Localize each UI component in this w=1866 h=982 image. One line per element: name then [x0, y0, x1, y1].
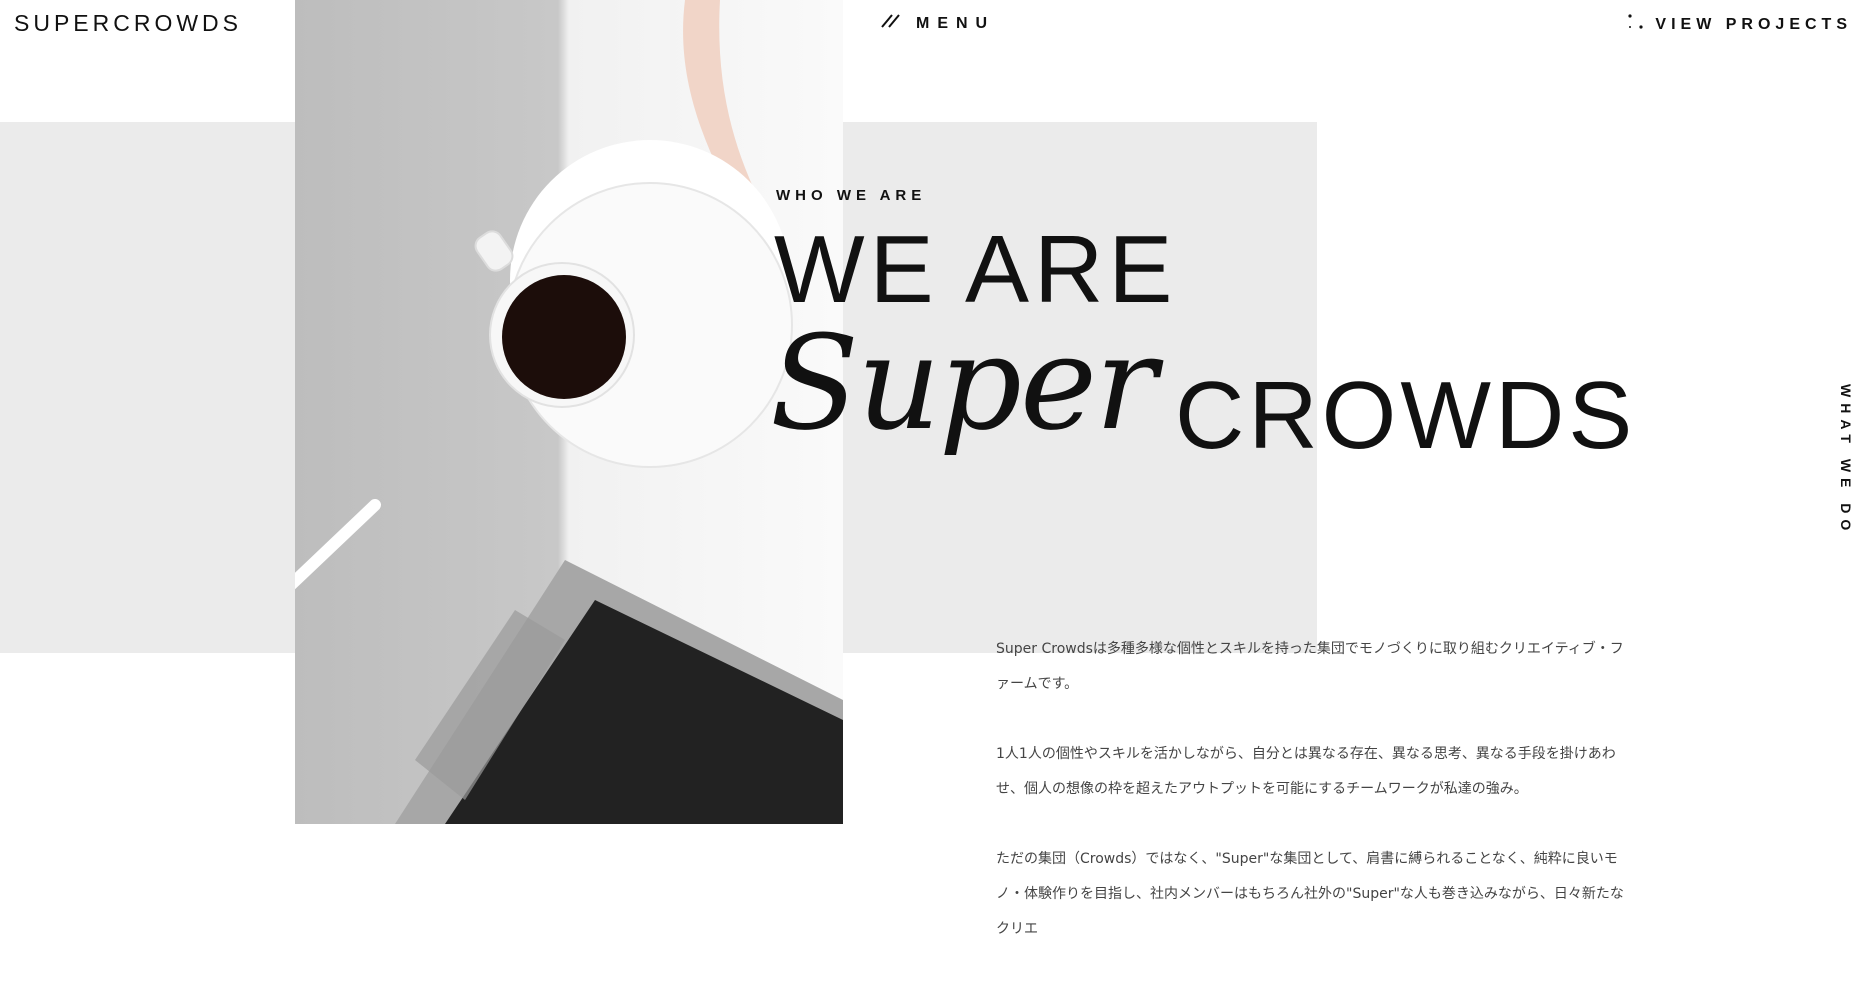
section-eyebrow: WHO WE ARE: [776, 187, 927, 204]
intro-text: Super Crowdsは多種多様な個性とスキルを持った集団でモノづくりに取り組…: [996, 632, 1636, 982]
coffee-laptop-photo: [295, 0, 843, 824]
site-logo[interactable]: SUPERCROWDS: [14, 10, 242, 37]
menu-button[interactable]: MENU: [880, 13, 995, 34]
headline-we-are: WE ARE: [774, 216, 1178, 323]
side-nav-what-we-do[interactable]: WHAT WE DO: [1838, 384, 1854, 536]
headline-crowds: CROWDS: [1175, 362, 1637, 469]
background-panel-left: [0, 122, 296, 653]
dots-icon: [1627, 13, 1645, 36]
intro-paragraph: ただの集団（Crowds）ではなく、"Super"な集団として、肩書に縛られるこ…: [996, 851, 1624, 937]
view-projects-link[interactable]: VIEW PROJECTS: [1627, 13, 1852, 36]
slash-icon: [880, 13, 900, 34]
intro-paragraph: 1人1人の個性やスキルを活かしながら、自分とは異なる存在、異なる思考、異なる手段…: [996, 746, 1616, 797]
headline-super-script: Super: [770, 307, 1157, 459]
intro-paragraph: Super Crowdsは多種多様な個性とスキルを持った集団でモノづくりに取り組…: [996, 641, 1624, 692]
menu-label: MENU: [916, 14, 996, 32]
view-projects-label: VIEW PROJECTS: [1655, 15, 1852, 33]
